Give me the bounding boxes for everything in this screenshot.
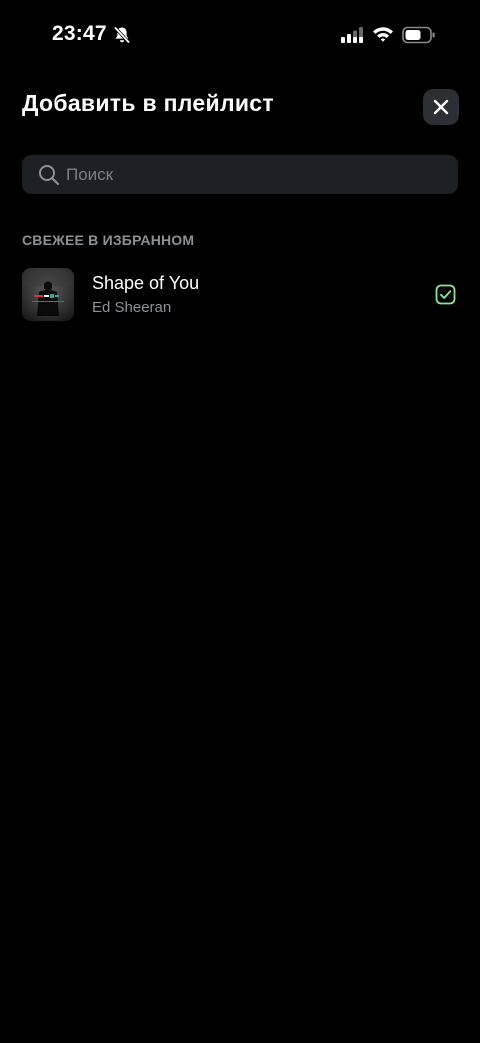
- track-title: Shape of You: [92, 273, 200, 293]
- bell-slash-icon: [113, 26, 131, 44]
- wifi-icon: [373, 27, 393, 42]
- search-bar[interactable]: [22, 155, 458, 194]
- close-button[interactable]: [423, 89, 459, 125]
- sheet-title: Добавить в плейлист: [22, 90, 274, 116]
- status-bar: 23:47: [0, 0, 480, 72]
- album-cover: [22, 268, 74, 321]
- status-time: 23:47: [52, 22, 107, 45]
- track-artist: Ed Sheeran: [92, 299, 172, 316]
- battery-icon: [402, 26, 435, 44]
- section-header: СВЕЖЕЕ В ИЗБРАННОМ: [22, 232, 195, 248]
- close-icon: [433, 99, 449, 115]
- search-input[interactable]: [66, 155, 458, 194]
- checkbox-checked-icon[interactable]: [435, 284, 456, 305]
- search-icon: [39, 164, 60, 185]
- track-row[interactable]: Shape of You Ed Sheeran: [22, 268, 458, 322]
- signal-icon: [341, 27, 363, 43]
